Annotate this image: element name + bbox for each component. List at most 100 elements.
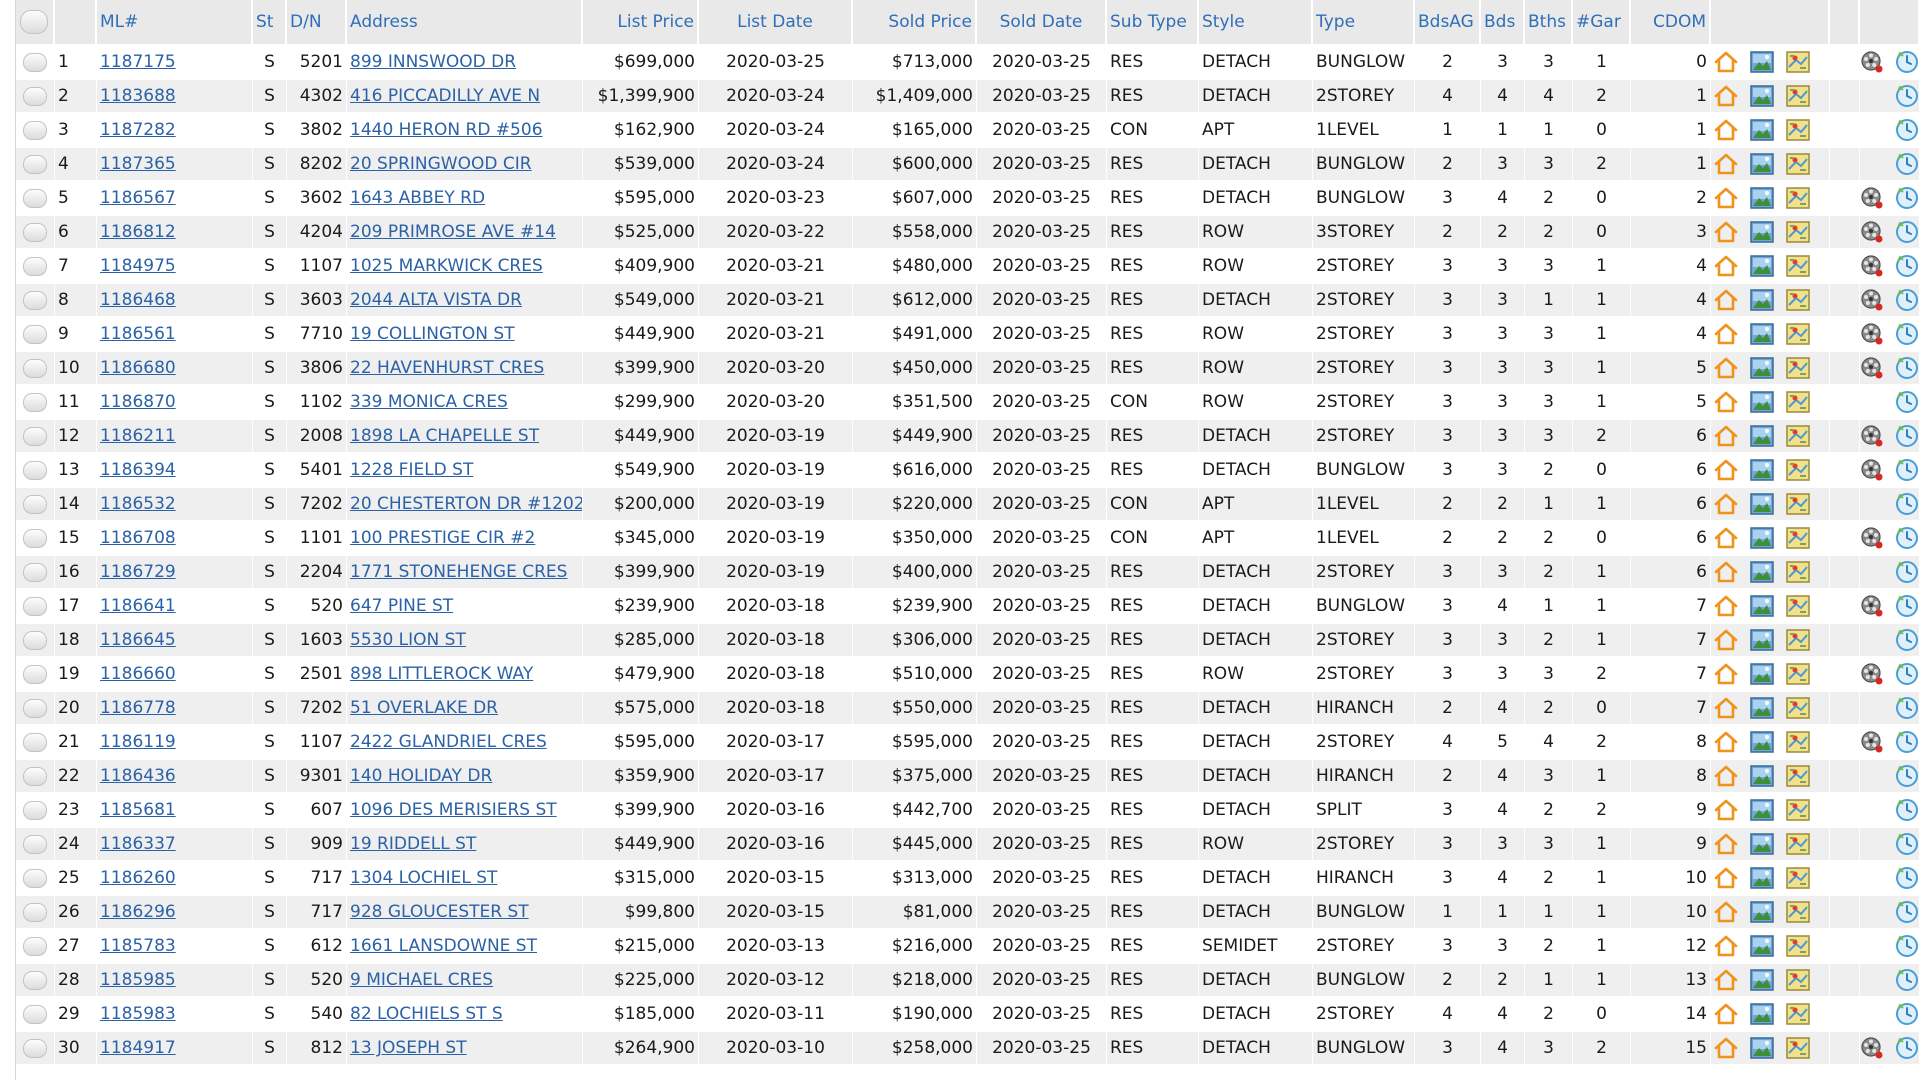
select-all-header[interactable]	[15, 0, 55, 46]
row-select-cell[interactable]	[15, 352, 55, 386]
history-clock-icon[interactable]	[1895, 492, 1919, 516]
col-header-type[interactable]: Type	[1313, 0, 1415, 46]
table-row[interactable]: 23 1185681 S 607 1096 DES MERISIERS ST $…	[15, 794, 1920, 828]
row-checkbox[interactable]	[22, 970, 47, 990]
map-icon[interactable]	[1786, 51, 1810, 73]
map-icon[interactable]	[1786, 187, 1810, 209]
row-checkbox[interactable]	[22, 426, 47, 446]
map-icon[interactable]	[1786, 119, 1810, 141]
row-select-cell[interactable]	[15, 896, 55, 930]
address-link[interactable]: 100 PRESTIGE CIR #2	[350, 528, 535, 548]
history-clock-icon[interactable]	[1895, 186, 1919, 210]
home-outline-icon[interactable]	[1713, 424, 1739, 448]
row-select-cell[interactable]	[15, 250, 55, 284]
row-select-cell[interactable]	[15, 182, 55, 216]
map-icon[interactable]	[1786, 1003, 1810, 1025]
map-icon[interactable]	[1786, 323, 1810, 345]
map-icon[interactable]	[1786, 85, 1810, 107]
home-outline-icon[interactable]	[1713, 322, 1739, 346]
row-checkbox[interactable]	[22, 358, 47, 378]
table-row[interactable]: 25 1186260 S 717 1304 LOCHIEL ST $315,00…	[15, 862, 1920, 896]
address-link[interactable]: 13 JOSEPH ST	[350, 1038, 467, 1058]
row-select-cell[interactable]	[15, 522, 55, 556]
map-icon[interactable]	[1786, 153, 1810, 175]
film-reel-icon[interactable]	[1860, 662, 1884, 686]
photo-icon[interactable]	[1750, 969, 1775, 991]
row-select-cell[interactable]	[15, 964, 55, 998]
row-select-cell[interactable]	[15, 862, 55, 896]
photo-icon[interactable]	[1750, 527, 1775, 549]
home-outline-icon[interactable]	[1713, 866, 1739, 890]
home-outline-icon[interactable]	[1713, 152, 1739, 176]
table-row[interactable]: 18 1186645 S 1603 5530 LION ST $285,000 …	[15, 624, 1920, 658]
map-icon[interactable]	[1786, 459, 1810, 481]
address-link[interactable]: 2044 ALTA VISTA DR	[350, 290, 522, 310]
col-header-bths[interactable]: Bths	[1525, 0, 1573, 46]
photo-icon[interactable]	[1750, 391, 1775, 413]
home-outline-icon[interactable]	[1713, 594, 1739, 618]
address-link[interactable]: 5530 LION ST	[350, 630, 466, 650]
photo-icon[interactable]	[1750, 1037, 1775, 1059]
map-icon[interactable]	[1786, 629, 1810, 651]
home-outline-icon[interactable]	[1713, 628, 1739, 652]
history-clock-icon[interactable]	[1895, 118, 1919, 142]
history-clock-icon[interactable]	[1895, 866, 1919, 890]
home-outline-icon[interactable]	[1713, 900, 1739, 924]
history-clock-icon[interactable]	[1895, 424, 1919, 448]
ml-number-link[interactable]: 1186119	[100, 732, 176, 752]
address-link[interactable]: 1304 LOCHIEL ST	[350, 868, 497, 888]
row-select-cell[interactable]	[15, 284, 55, 318]
col-header-sub-type[interactable]: Sub Type	[1107, 0, 1199, 46]
map-icon[interactable]	[1786, 561, 1810, 583]
col-header-ml[interactable]: ML#	[97, 0, 253, 46]
history-clock-icon[interactable]	[1895, 288, 1919, 312]
address-link[interactable]: 51 OVERLAKE DR	[350, 698, 498, 718]
row-checkbox[interactable]	[22, 834, 47, 854]
table-row[interactable]: 1 1187175 S 5201 899 INNSWOOD DR $699,00…	[15, 46, 1920, 80]
photo-icon[interactable]	[1750, 493, 1775, 515]
map-icon[interactable]	[1786, 221, 1810, 243]
ml-number-link[interactable]: 1186260	[100, 868, 176, 888]
map-icon[interactable]	[1786, 731, 1810, 753]
col-header-sold-date[interactable]: Sold Date	[977, 0, 1107, 46]
photo-icon[interactable]	[1750, 935, 1775, 957]
map-icon[interactable]	[1786, 1037, 1810, 1059]
address-link[interactable]: 339 MONICA CRES	[350, 392, 508, 412]
ml-number-link[interactable]: 1186567	[100, 188, 176, 208]
address-link[interactable]: 1898 LA CHAPELLE ST	[350, 426, 539, 446]
home-outline-icon[interactable]	[1713, 798, 1739, 822]
address-link[interactable]: 82 LOCHIELS ST S	[350, 1004, 503, 1024]
table-row[interactable]: 3 1187282 S 3802 1440 HERON RD #506 $162…	[15, 114, 1920, 148]
table-row[interactable]: 30 1184917 S 812 13 JOSEPH ST $264,900 2…	[15, 1032, 1920, 1066]
ml-number-link[interactable]: 1186296	[100, 902, 176, 922]
photo-icon[interactable]	[1750, 119, 1775, 141]
row-select-cell[interactable]	[15, 114, 55, 148]
table-row[interactable]: 4 1187365 S 8202 20 SPRINGWOOD CIR $539,…	[15, 148, 1920, 182]
row-select-cell[interactable]	[15, 590, 55, 624]
row-checkbox[interactable]	[22, 630, 47, 650]
history-clock-icon[interactable]	[1895, 832, 1919, 856]
row-select-cell[interactable]	[15, 46, 55, 80]
history-clock-icon[interactable]	[1895, 356, 1919, 380]
row-select-cell[interactable]	[15, 930, 55, 964]
ml-number-link[interactable]: 1187282	[100, 120, 176, 140]
row-checkbox[interactable]	[22, 562, 47, 582]
col-header-list-price[interactable]: List Price	[583, 0, 699, 46]
history-clock-icon[interactable]	[1895, 764, 1919, 788]
ml-number-link[interactable]: 1185985	[100, 970, 176, 990]
row-select-cell[interactable]	[15, 216, 55, 250]
row-checkbox[interactable]	[22, 256, 47, 276]
table-row[interactable]: 22 1186436 S 9301 140 HOLIDAY DR $359,90…	[15, 760, 1920, 794]
col-header-address[interactable]: Address	[347, 0, 583, 46]
history-clock-icon[interactable]	[1895, 662, 1919, 686]
table-row[interactable]: 16 1186729 S 2204 1771 STONEHENGE CRES $…	[15, 556, 1920, 590]
row-select-cell[interactable]	[15, 828, 55, 862]
ml-number-link[interactable]: 1186641	[100, 596, 176, 616]
ml-number-link[interactable]: 1183688	[100, 86, 176, 106]
col-header-sold-price[interactable]: Sold Price	[853, 0, 977, 46]
home-outline-icon[interactable]	[1713, 390, 1739, 414]
photo-icon[interactable]	[1750, 799, 1775, 821]
row-select-cell[interactable]	[15, 658, 55, 692]
photo-icon[interactable]	[1750, 85, 1775, 107]
film-reel-icon[interactable]	[1860, 594, 1884, 618]
